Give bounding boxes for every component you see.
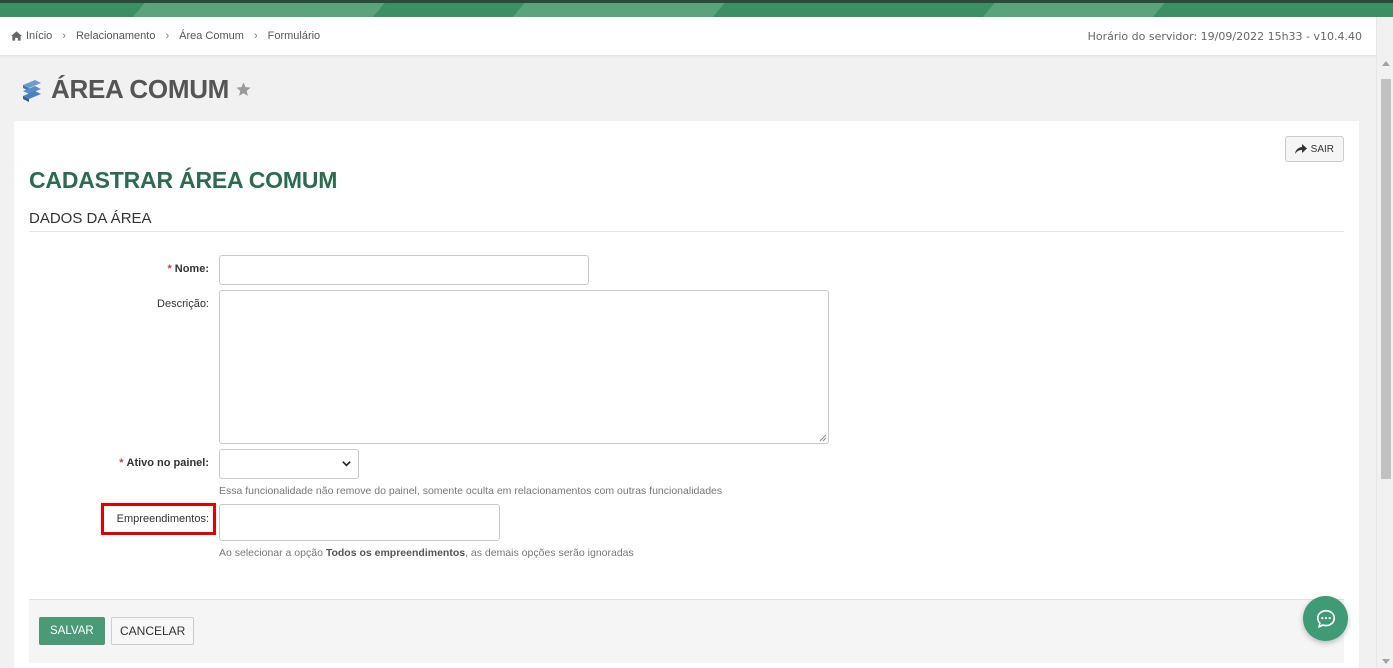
resize-grip-icon[interactable] (819, 434, 827, 442)
top-brand-bar (0, 0, 1393, 17)
ativo-label: * Ativo no painel: (119, 457, 209, 469)
descricao-label: Descrição: (157, 298, 209, 310)
form-card: SAIR CADASTRAR ÁREA COMUM DADOS DA ÁREA … (14, 121, 1359, 668)
form-actions: SALVAR CANCELAR (29, 599, 1344, 663)
page-header: ÁREA COMUM (19, 74, 252, 105)
ativo-select[interactable] (219, 449, 359, 479)
breadcrumb-item-area-comum[interactable]: Área Comum (179, 30, 244, 42)
area-comum-module-icon (23, 79, 41, 102)
empreendimentos-input[interactable] (219, 504, 500, 541)
empreendimentos-label: Empreendimentos: (116, 513, 209, 525)
page-scrollbar[interactable] (1376, 17, 1393, 668)
chat-bubble-icon (1316, 609, 1335, 628)
exit-button[interactable]: SAIR (1284, 136, 1344, 162)
breadcrumb-item-formulario: Formulário (267, 30, 321, 42)
section-title: DADOS DA ÁREA (29, 210, 152, 227)
nome-label: * Nome: (167, 263, 209, 275)
server-time: Horário do servidor: 19/09/2022 15h33 - … (1087, 30, 1362, 43)
form-title: CADASTRAR ÁREA COMUM (29, 167, 338, 193)
breadcrumb-item-inicio[interactable]: Início (26, 30, 52, 42)
chevron-down-icon (342, 461, 351, 467)
scroll-down-icon[interactable] (1382, 659, 1390, 664)
chevron-right-icon: › (165, 30, 170, 42)
nome-input[interactable] (219, 255, 589, 285)
required-mark: * (119, 457, 124, 469)
breadcrumb-bar: Início › Relacionamento › Área Comum › F… (0, 17, 1376, 55)
breadcrumb: Início › Relacionamento › Área Comum › F… (11, 30, 320, 42)
ativo-hint: Essa funcionalidade não remove do painel… (219, 485, 723, 497)
share-arrow-icon (1294, 144, 1307, 154)
chevron-right-icon: › (253, 30, 258, 42)
chevron-right-icon: › (62, 30, 66, 42)
page-title: ÁREA COMUM (51, 74, 230, 104)
section-divider (29, 231, 1344, 232)
cancel-button[interactable]: CANCELAR (111, 617, 195, 645)
empreendimentos-hint: Ao selecionar a opção Todos os empreendi… (219, 547, 634, 559)
chat-button[interactable] (1303, 596, 1348, 641)
required-mark: * (167, 263, 172, 275)
home-icon (11, 31, 22, 41)
save-button[interactable]: SALVAR (39, 617, 105, 645)
scroll-up-icon[interactable] (1382, 61, 1390, 66)
exit-button-label: SAIR (1310, 143, 1334, 155)
breadcrumb-item-relacionamento[interactable]: Relacionamento (76, 30, 156, 42)
scroll-thumb[interactable] (1381, 79, 1391, 479)
star-icon[interactable] (235, 81, 252, 98)
descricao-textarea[interactable] (219, 290, 829, 444)
